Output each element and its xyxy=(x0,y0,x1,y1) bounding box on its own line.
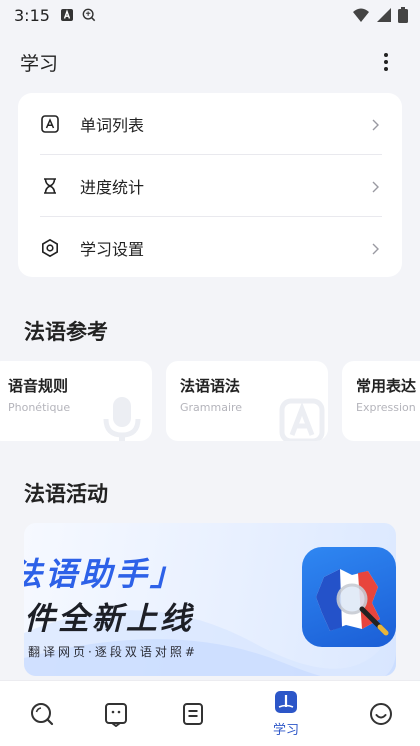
tab-me[interactable] xyxy=(339,681,420,746)
activity-banner[interactable]: 法语助手」 件全新上线 翻译网页·逐段双语对照# xyxy=(24,523,396,676)
notes-icon xyxy=(183,703,203,725)
tab-notes[interactable] xyxy=(151,681,235,746)
menu-item-study-settings[interactable]: 学习设置 xyxy=(18,217,402,279)
chevron-right-icon xyxy=(370,179,380,193)
letter-a-icon xyxy=(40,114,60,134)
more-vertical-icon[interactable] xyxy=(374,50,398,74)
status-bar: 3:15 xyxy=(0,0,420,30)
smiley-icon xyxy=(370,703,392,725)
status-indicators xyxy=(352,7,408,27)
signal-icon xyxy=(376,7,392,27)
letter-a-icon xyxy=(272,391,328,441)
search-icon xyxy=(31,703,54,726)
tab-label: 学习 xyxy=(272,723,299,738)
app-header: 学习 xyxy=(0,40,420,84)
tab-chat[interactable] xyxy=(74,681,158,746)
banner-caption: 翻译网页·逐段双语对照# xyxy=(28,645,198,659)
microphone-icon xyxy=(96,391,152,441)
notification-a-icon xyxy=(60,8,74,22)
tab-study[interactable]: 学习 xyxy=(244,681,328,746)
section-title-activities: 法语活动 xyxy=(24,482,108,506)
reference-card-phonetics[interactable]: 语音规则 Phonétique xyxy=(0,361,152,441)
menu-item-word-list[interactable]: 单词列表 xyxy=(18,93,402,155)
reference-card-subtitle: Grammaire xyxy=(180,401,243,414)
reference-card-grammar[interactable]: 法语语法 Grammaire xyxy=(166,361,328,441)
reference-carousel[interactable]: 语音规则 Phonétique 法语语法 Grammaire 常用表达 Expr… xyxy=(0,361,420,443)
bottom-tab-bar: 学习 xyxy=(0,680,420,746)
menu-item-label: 进度统计 xyxy=(80,178,145,197)
translate-icon xyxy=(82,8,96,22)
menu-item-label: 学习设置 xyxy=(80,240,145,259)
book-icon xyxy=(275,691,297,713)
page-title: 学习 xyxy=(20,52,59,75)
section-title-reference: 法语参考 xyxy=(24,320,108,344)
chevron-right-icon xyxy=(370,117,380,131)
france-map-app-icon xyxy=(302,547,396,647)
reference-card-expression[interactable]: 常用表达 Expression xyxy=(342,361,420,441)
tab-search[interactable] xyxy=(0,681,84,746)
hourglass-icon xyxy=(40,176,60,196)
reference-card-subtitle: Phonétique xyxy=(8,401,71,414)
banner-subheadline: 件全新上线 xyxy=(24,601,194,637)
reference-card-title: 法语语法 xyxy=(180,377,241,395)
banner-headline: 法语助手」 xyxy=(24,555,186,593)
status-time: 3:15 xyxy=(14,5,50,25)
battery-icon xyxy=(398,7,408,27)
wifi-icon xyxy=(352,7,370,27)
reference-card-title: 语音规则 xyxy=(8,377,69,395)
settings-menu-card: 单词列表 进度统计 学习设置 xyxy=(18,93,402,277)
menu-item-progress-stats[interactable]: 进度统计 xyxy=(18,155,402,217)
reference-card-title: 常用表达 xyxy=(356,377,417,395)
menu-item-label: 单词列表 xyxy=(80,116,145,135)
settings-hexagon-icon xyxy=(40,238,60,258)
reference-card-subtitle: Expression xyxy=(356,401,416,414)
chat-bubble-icon xyxy=(105,703,127,727)
chevron-right-icon xyxy=(370,241,380,255)
